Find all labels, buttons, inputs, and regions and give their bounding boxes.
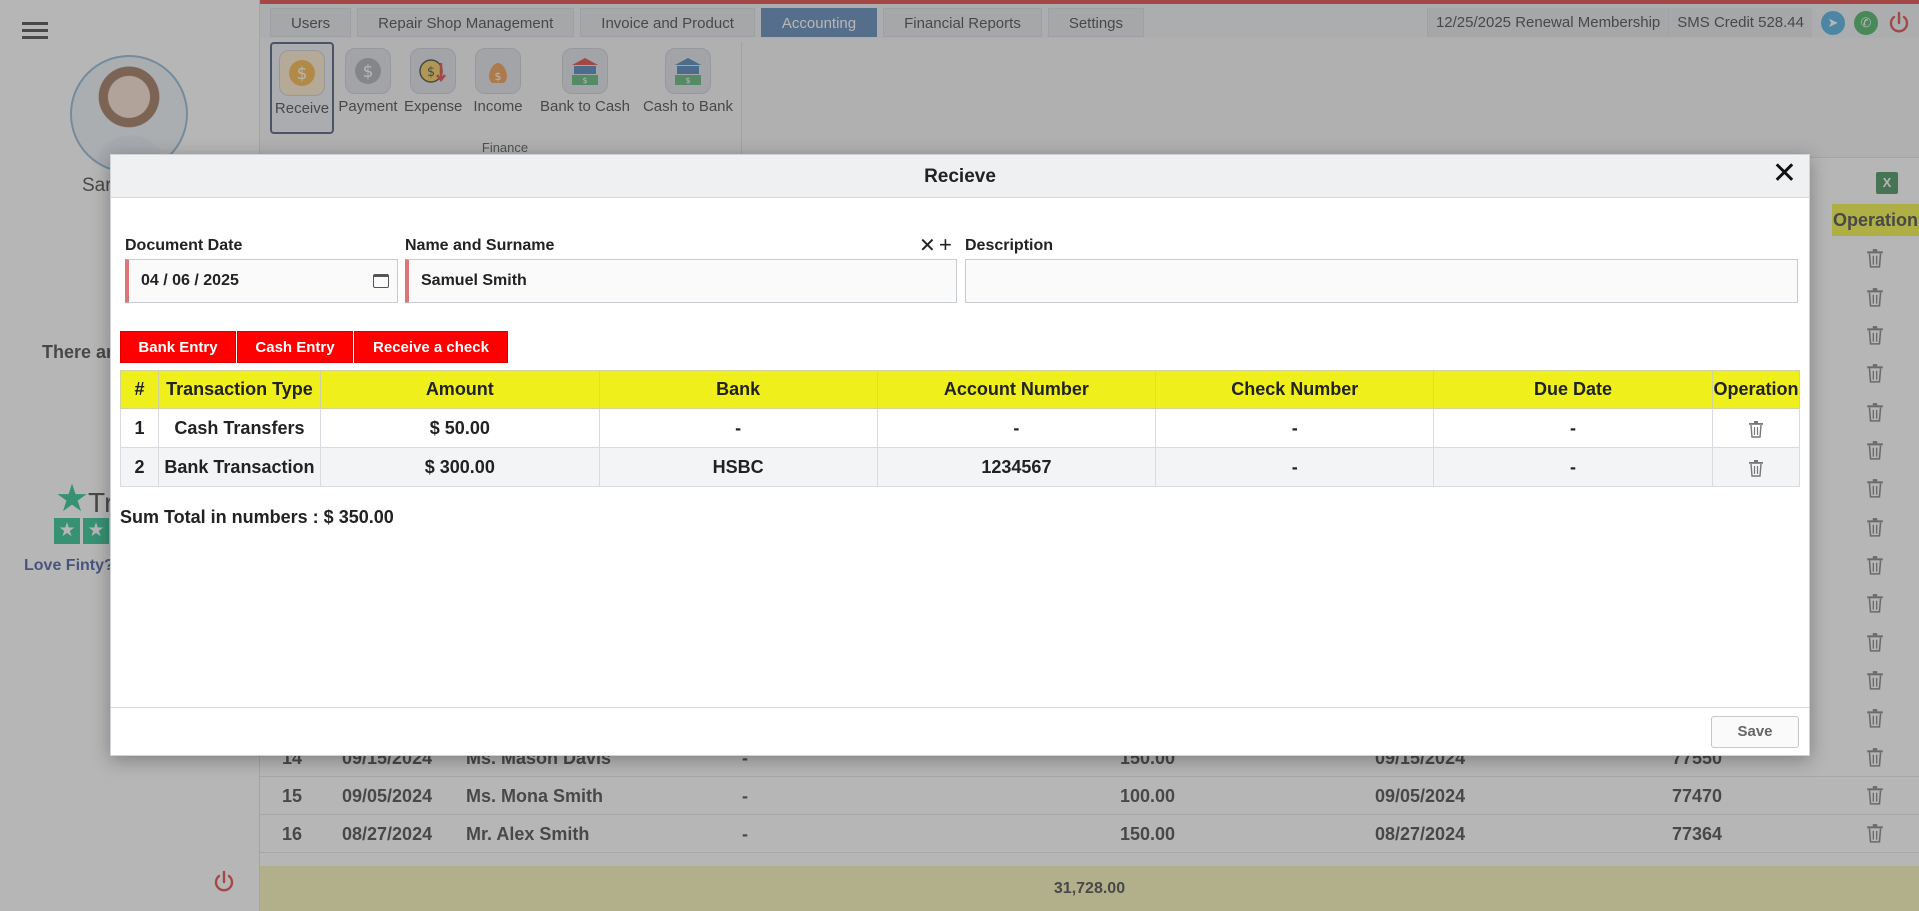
delete-trash-icon[interactable]: [1748, 459, 1764, 477]
column-header: Bank: [598, 370, 878, 409]
name-surname-label: Name and Surname: [405, 237, 555, 254]
name-surname-field[interactable]: Samuel Smith: [405, 259, 957, 303]
delete-trash-icon[interactable]: [1748, 420, 1764, 438]
modal-footer: Save: [111, 707, 1809, 755]
clear-name-icon[interactable]: ✕: [919, 236, 936, 256]
column-header: Due Date: [1433, 370, 1713, 409]
table-header-row: # Transaction Type Amount Bank Account N…: [120, 370, 1801, 409]
modal-header: Recieve ✕: [111, 155, 1809, 198]
column-header: Account Number: [876, 370, 1157, 409]
calendar-icon[interactable]: [373, 274, 389, 288]
sum-total: Sum Total in numbers : $ 350.00: [120, 507, 394, 527]
transactions-table: # Transaction Type Amount Bank Account N…: [120, 370, 1801, 487]
receive-check-button[interactable]: Receive a check: [354, 331, 508, 363]
description-field[interactable]: [965, 259, 1798, 303]
receive-modal: Recieve ✕ Document Date 04 / 06 / 2025 N…: [110, 154, 1810, 756]
column-header: Check Number: [1155, 370, 1435, 409]
close-icon[interactable]: ✕: [1772, 159, 1797, 189]
bank-entry-button[interactable]: Bank Entry: [120, 331, 236, 363]
column-header: Transaction Type: [157, 370, 321, 409]
document-date-label: Document Date: [125, 237, 243, 254]
add-customer-icon[interactable]: +: [939, 234, 952, 256]
modal-title: Recieve: [924, 166, 996, 187]
column-header: Operation: [1711, 370, 1801, 409]
table-row[interactable]: 2 Bank Transaction $ 300.00 HSBC 1234567…: [120, 447, 1801, 487]
column-header: #: [120, 370, 159, 409]
cash-entry-button[interactable]: Cash Entry: [237, 331, 353, 363]
document-date-field[interactable]: 04 / 06 / 2025: [125, 259, 398, 303]
save-button[interactable]: Save: [1711, 716, 1799, 748]
table-row[interactable]: 1 Cash Transfers $ 50.00 - - - -: [120, 408, 1801, 448]
column-header: Amount: [319, 370, 600, 409]
description-label: Description: [965, 237, 1054, 254]
